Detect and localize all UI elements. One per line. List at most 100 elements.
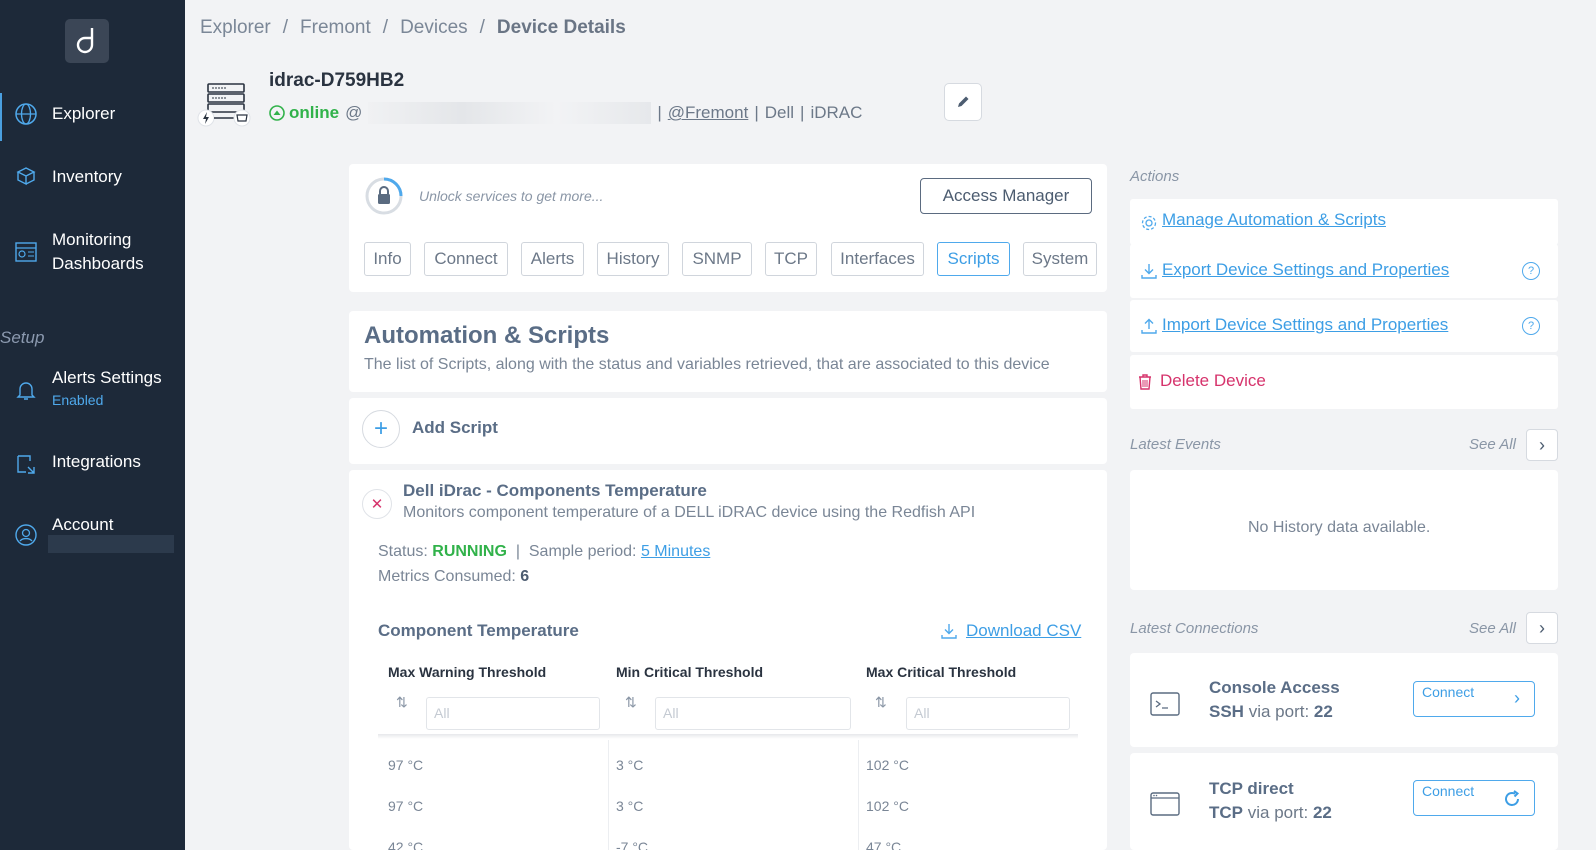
terminal-icon xyxy=(1150,692,1180,716)
device-meta: online @ | @Fremont | Dell | iDRAC xyxy=(269,102,862,124)
tab-scripts[interactable]: Scripts xyxy=(937,242,1010,276)
tab-tcp[interactable]: TCP xyxy=(765,242,817,276)
browser-window-icon xyxy=(1150,792,1180,816)
add-script-button[interactable]: + xyxy=(362,410,400,448)
table-cell: 97 °C xyxy=(388,798,424,814)
sort-icon[interactable]: ⇅ xyxy=(625,694,637,711)
sidebar-item-label: Account xyxy=(52,515,114,534)
breadcrumb: Explorer / Fremont / Devices / Device De… xyxy=(200,17,626,39)
section-description: The list of Scripts, along with the stat… xyxy=(364,356,1050,373)
column-header[interactable]: Max Critical Threshold xyxy=(866,664,1016,680)
connections-see-all[interactable]: See All xyxy=(1469,620,1516,637)
tab-connect[interactable]: Connect xyxy=(424,242,508,276)
device-at: @ xyxy=(345,103,363,122)
column-header[interactable]: Max Warning Threshold xyxy=(388,664,546,680)
meta-separator: | xyxy=(657,103,662,122)
connection-title: TCP direct xyxy=(1209,779,1294,798)
connect-label: Connect xyxy=(1422,783,1475,799)
events-see-all-button[interactable]: › xyxy=(1526,429,1558,461)
tab-history[interactable]: History xyxy=(597,242,669,276)
download-csv-label: Download CSV xyxy=(966,621,1082,640)
tcp-connect-button[interactable]: Connect xyxy=(1413,780,1535,816)
sort-icon[interactable]: ⇅ xyxy=(396,694,408,711)
sidebar-item-integrations[interactable]: Integrations xyxy=(0,450,185,474)
script-status-line: Status: RUNNING | Sample period: 5 Minut… xyxy=(378,543,711,560)
section-title: Automation & Scripts xyxy=(364,322,610,349)
logo-icon xyxy=(76,28,94,54)
help-icon[interactable]: ? xyxy=(1522,262,1540,280)
column-divider xyxy=(858,740,859,850)
breadcrumb-explorer[interactable]: Explorer xyxy=(200,17,271,39)
app-logo[interactable] xyxy=(65,19,109,63)
action-delete-device[interactable]: Delete Device xyxy=(1130,355,1558,409)
sample-period-label: Sample period: xyxy=(528,543,637,560)
table-cell: 42 °C xyxy=(388,839,424,850)
globe-icon xyxy=(15,103,37,125)
connection-protocol: TCP xyxy=(1209,803,1243,822)
sample-period-link[interactable]: 5 Minutes xyxy=(641,543,710,560)
filter-input[interactable]: All xyxy=(906,697,1070,730)
connection-detail: SSH via port: 22 xyxy=(1209,702,1333,722)
gear-icon xyxy=(1141,215,1157,231)
chevron-right-icon: › xyxy=(1539,617,1545,638)
sidebar-item-label: Inventory xyxy=(52,167,122,186)
filter-input[interactable]: All xyxy=(426,697,600,730)
sidebar-item-inventory[interactable]: Inventory xyxy=(0,165,185,189)
action-export-settings[interactable]: Export Device Settings and Properties ? xyxy=(1130,244,1558,298)
script-description: Monitors component temperature of a DELL… xyxy=(403,504,976,521)
remove-script-button[interactable]: ✕ xyxy=(362,489,392,519)
console-connect-button[interactable]: Connect › xyxy=(1413,681,1535,717)
sidebar-item-label-line2: Dashboards xyxy=(52,254,144,273)
add-script-label[interactable]: Add Script xyxy=(412,418,498,438)
trash-icon xyxy=(1139,374,1151,390)
device-name: idrac-D759HB2 xyxy=(269,70,405,91)
help-icon[interactable]: ? xyxy=(1522,317,1540,335)
action-label[interactable]: Delete Device xyxy=(1160,371,1266,391)
filter-input[interactable]: All xyxy=(655,697,851,730)
action-label[interactable]: Export Device Settings and Properties xyxy=(1162,260,1449,280)
sidebar-item-label: Integrations xyxy=(52,452,141,471)
close-icon: ✕ xyxy=(370,496,384,513)
device-type: iDRAC xyxy=(810,103,863,122)
action-import-settings[interactable]: Import Device Settings and Properties ? xyxy=(1130,300,1558,352)
sort-icon[interactable]: ⇅ xyxy=(875,694,887,711)
connection-port: 22 xyxy=(1312,803,1332,822)
connection-port: 22 xyxy=(1313,702,1333,721)
download-csv-link[interactable]: Download CSV xyxy=(940,621,1081,641)
device-status: online xyxy=(269,103,339,123)
action-manage-scripts[interactable]: Manage Automation & Scripts xyxy=(1130,199,1558,245)
tab-interfaces[interactable]: Interfaces xyxy=(831,242,924,276)
online-arrow-icon xyxy=(269,105,285,121)
column-header[interactable]: Min Critical Threshold xyxy=(616,664,763,680)
table-cell: -7 °C xyxy=(616,839,649,850)
tab-snmp[interactable]: SNMP xyxy=(682,242,752,276)
device-site-link[interactable]: @Fremont xyxy=(668,103,749,123)
actions-heading: Actions xyxy=(1130,168,1180,185)
breadcrumb-separator: / xyxy=(282,17,289,38)
sidebar-item-alerts-settings[interactable]: Alerts Settings Enabled xyxy=(0,366,185,414)
action-label[interactable]: Import Device Settings and Properties xyxy=(1162,315,1448,335)
status-label: Status: xyxy=(378,543,428,560)
breadcrumb-fremont[interactable]: Fremont xyxy=(300,17,371,39)
redacted-ip-address xyxy=(368,102,652,124)
sidebar-item-monitoring-dashboards[interactable]: Monitoring Dashboards xyxy=(0,228,185,276)
action-label[interactable]: Manage Automation & Scripts xyxy=(1162,210,1386,230)
edit-device-button[interactable] xyxy=(944,83,982,121)
tab-system[interactable]: System xyxy=(1023,242,1097,276)
connections-see-all-button[interactable]: › xyxy=(1526,612,1558,644)
metrics-value: 6 xyxy=(520,568,530,585)
events-see-all[interactable]: See All xyxy=(1469,436,1516,453)
chevron-right-icon: › xyxy=(1514,688,1520,708)
sidebar-item-account[interactable]: Account xyxy=(0,513,185,553)
breadcrumb-devices[interactable]: Devices xyxy=(400,17,468,39)
script-card xyxy=(349,470,1107,850)
meta-separator: | xyxy=(800,103,805,122)
lock-icon xyxy=(365,177,403,215)
sidebar-item-label-line1: Monitoring xyxy=(52,230,132,249)
access-manager-button[interactable]: Access Manager xyxy=(920,178,1092,214)
tab-info[interactable]: Info xyxy=(364,242,411,276)
table-title: Component Temperature xyxy=(378,621,579,640)
tab-alerts[interactable]: Alerts xyxy=(521,242,584,276)
sidebar-item-explorer[interactable]: Explorer xyxy=(0,102,185,126)
column-divider xyxy=(608,740,609,850)
